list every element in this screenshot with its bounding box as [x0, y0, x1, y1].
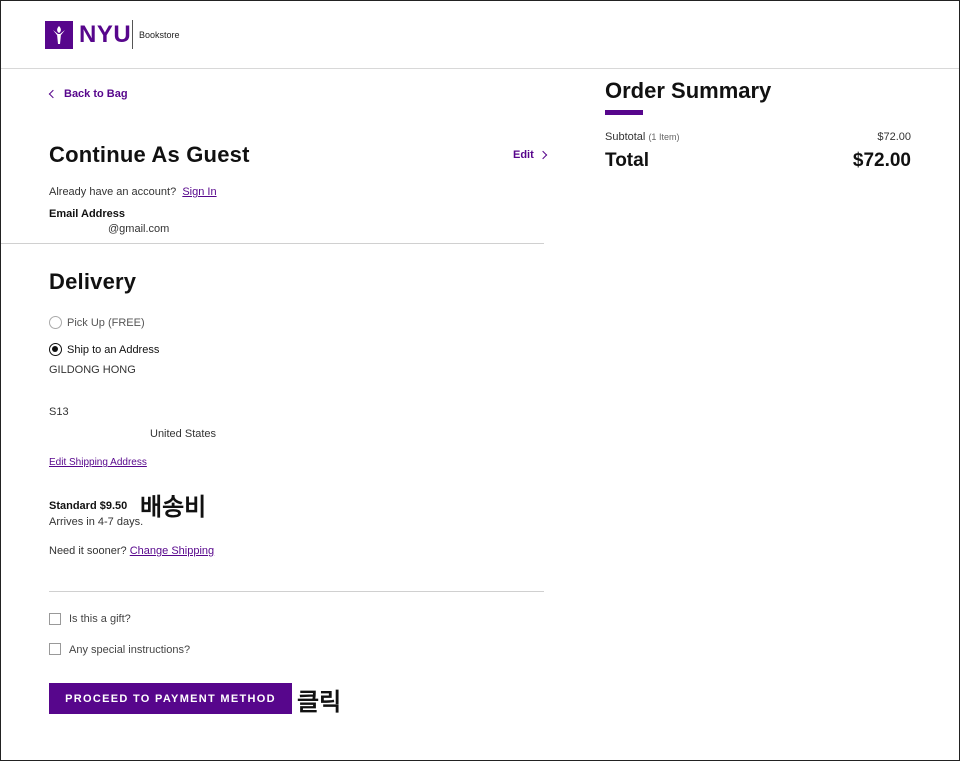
email-value: @gmail.com: [108, 223, 170, 235]
edit-shipping-address-link[interactable]: Edit Shipping Address: [49, 457, 147, 468]
sign-in-link[interactable]: Sign In: [182, 186, 216, 198]
email-label: Email Address: [49, 208, 126, 220]
logo-subtitle: Bookstore: [139, 30, 180, 40]
address-name: GILDONG HONG: [49, 364, 136, 376]
chevron-left-icon: [48, 89, 58, 99]
ship-address-label[interactable]: Ship to an Address: [67, 344, 159, 356]
ship-address-radio[interactable]: [49, 343, 62, 356]
total-row: Total $72.00: [605, 150, 911, 172]
subtotal-row: Subtotal (1 Item) $72.00: [605, 131, 911, 143]
subtotal-label-group: Subtotal (1 Item): [605, 131, 679, 143]
click-annotation: 클릭: [297, 688, 342, 716]
extras-divider: [49, 591, 544, 592]
edit-guest-link[interactable]: Edit: [513, 149, 548, 161]
logo-divider: [132, 20, 133, 49]
pickup-radio[interactable]: [49, 316, 62, 329]
special-instructions-label[interactable]: Any special instructions?: [69, 644, 190, 656]
shipping-method: Standard $9.50: [49, 500, 128, 512]
edit-shipping-address-label[interactable]: Edit Shipping Address: [49, 457, 147, 468]
proceed-to-payment-button[interactable]: PROCEED TO PAYMENT METHOD: [49, 683, 292, 714]
account-prompt-text: Already have an account?: [49, 186, 177, 198]
gift-label[interactable]: Is this a gift?: [69, 613, 131, 625]
special-instructions-checkbox[interactable]: [49, 643, 61, 655]
chevron-right-icon: [538, 150, 548, 160]
total-label: Total: [605, 150, 649, 171]
guest-section-title: Continue As Guest: [49, 142, 250, 167]
total-value: $72.00: [852, 150, 911, 171]
subtotal-label: Subtotal: [605, 131, 646, 143]
shipping-fee-annotation: 배송비: [140, 493, 207, 521]
address-country: United States: [150, 428, 217, 440]
subtotal-value: $72.00: [877, 131, 911, 143]
change-shipping-link[interactable]: Change Shipping: [130, 545, 214, 557]
address-line: S13: [49, 406, 69, 418]
back-to-bag-label: Back to Bag: [64, 88, 128, 100]
order-summary-title: Order Summary: [605, 78, 772, 103]
arrival-estimate: Arrives in 4-7 days.: [49, 516, 144, 528]
account-prompt: Already have an account? Sign In: [49, 186, 217, 198]
nyu-torch-logo-icon[interactable]: [45, 21, 73, 49]
sooner-prompt: Need it sooner? Change Shipping: [49, 545, 214, 557]
sooner-prompt-text: Need it sooner?: [49, 545, 127, 557]
order-summary-accent-bar: [605, 110, 643, 115]
back-to-bag-link[interactable]: Back to Bag: [48, 88, 128, 100]
site-header: NYU Bookstore: [1, 1, 959, 69]
gift-checkbox[interactable]: [49, 613, 61, 625]
subtotal-item-count: (1 Item): [648, 132, 680, 142]
section-divider: [1, 243, 544, 244]
delivery-section-title: Delivery: [49, 269, 137, 294]
logo-wordmark[interactable]: NYU: [79, 21, 131, 49]
edit-label: Edit: [513, 149, 534, 161]
pickup-label[interactable]: Pick Up (FREE): [67, 317, 145, 329]
